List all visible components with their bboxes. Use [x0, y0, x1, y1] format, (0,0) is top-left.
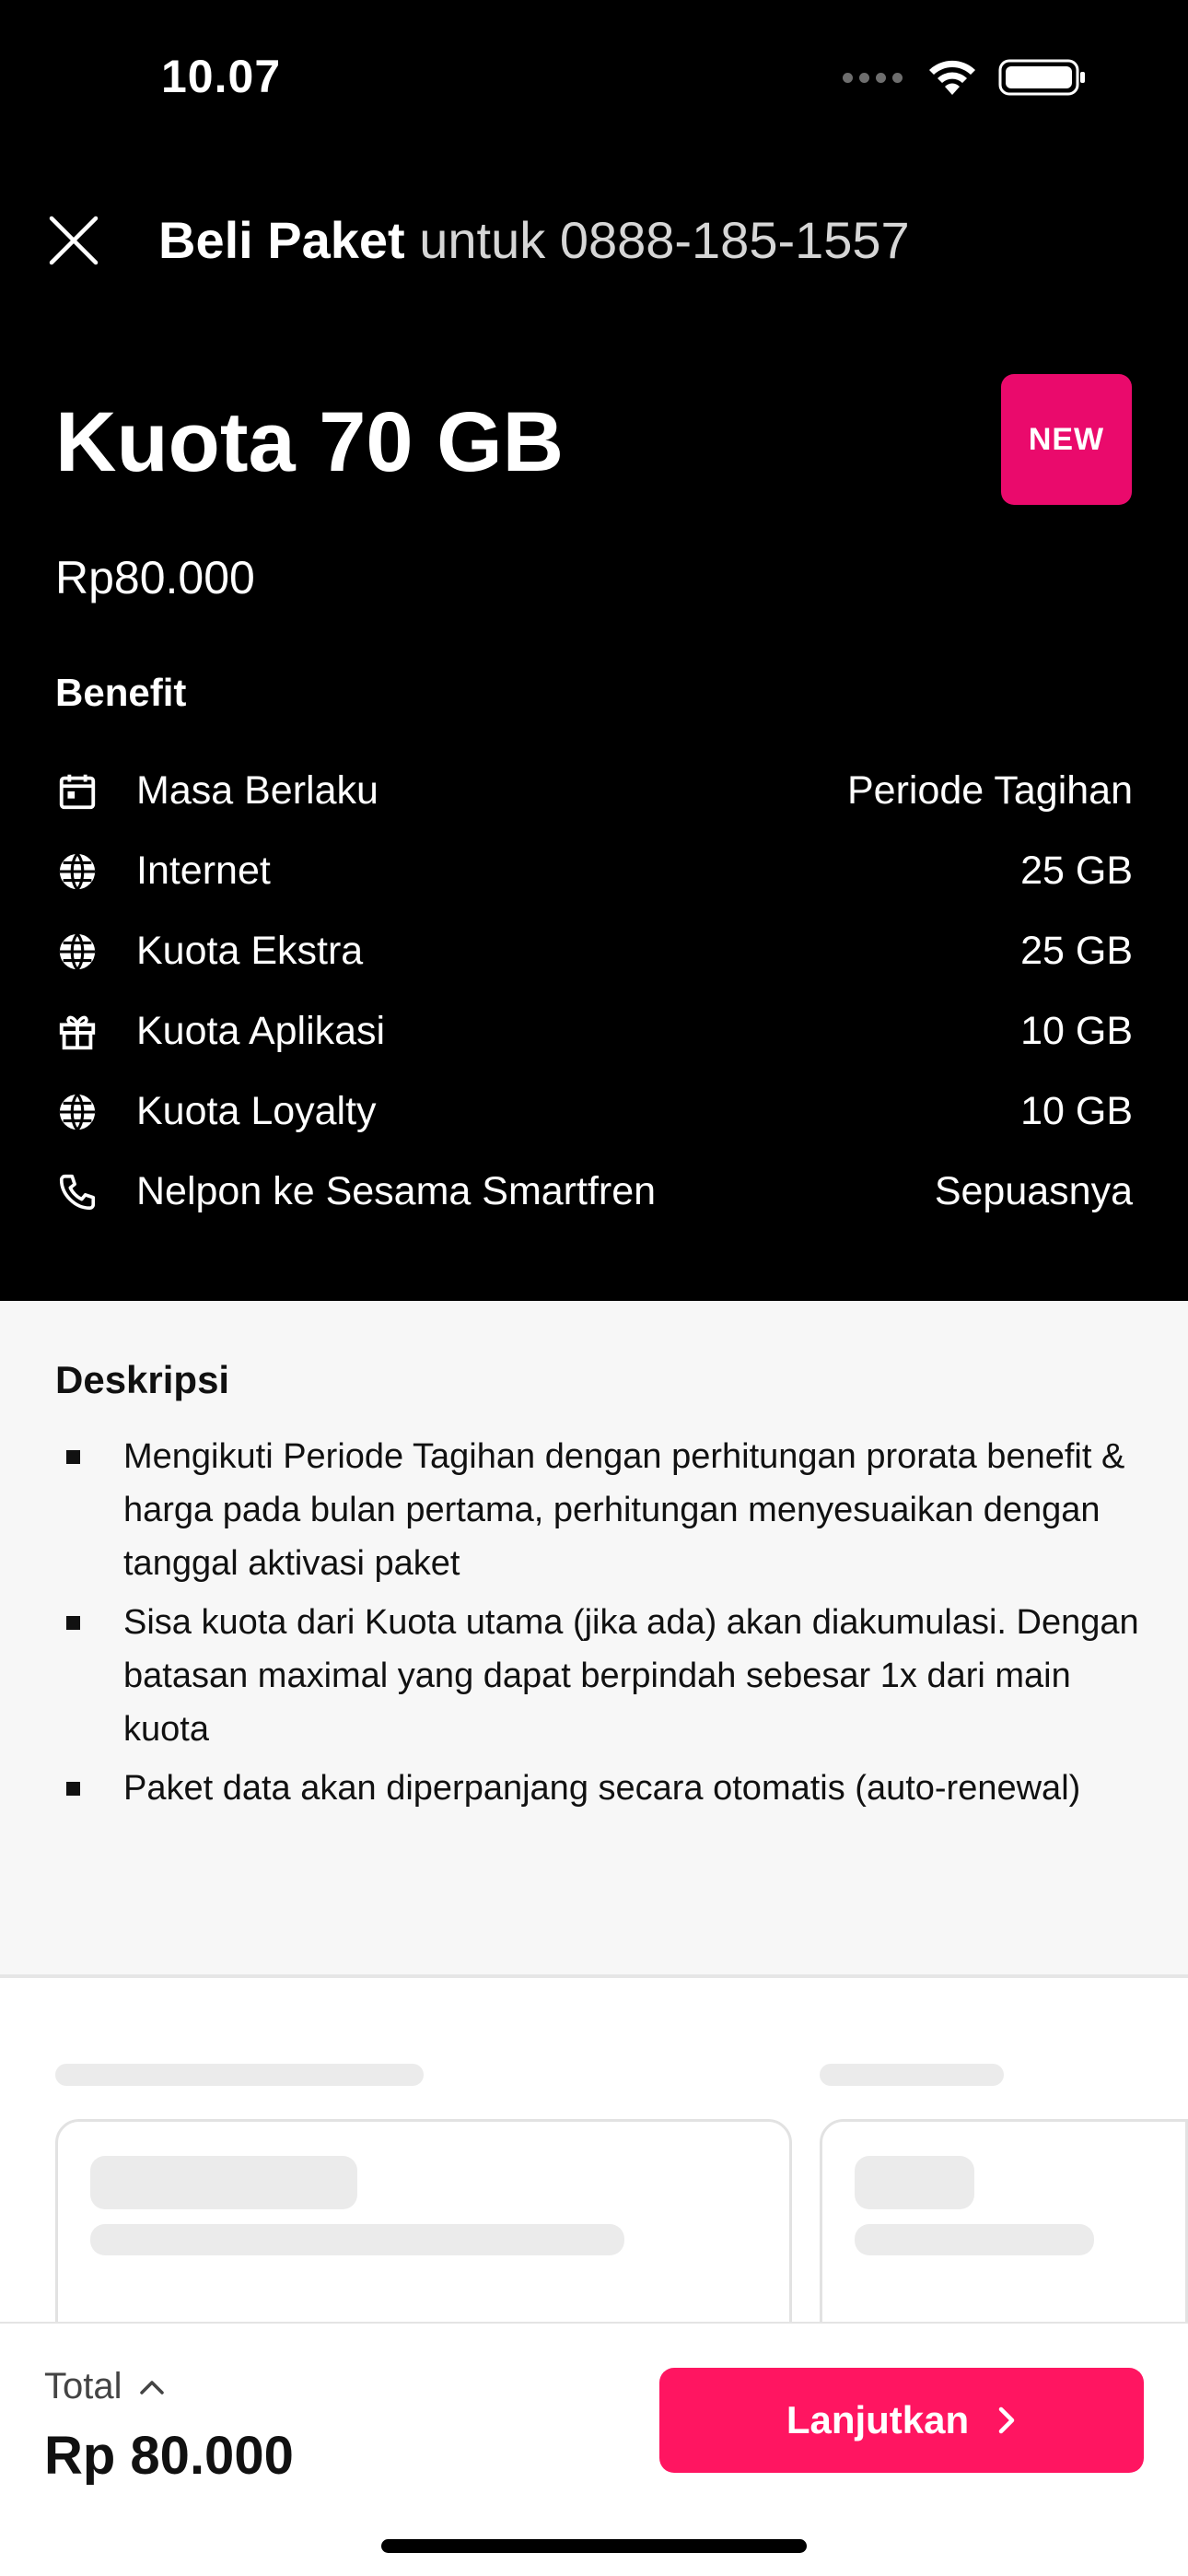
benefit-value: 25 GB	[1020, 929, 1133, 973]
continue-button[interactable]: Lanjutkan	[659, 2368, 1144, 2473]
benefit-label: Masa Berlaku	[136, 768, 379, 813]
benefit-label: Kuota Loyalty	[136, 1089, 377, 1133]
benefit-row: Nelpon ke Sesama Smartfren Sepuasnya	[55, 1152, 1133, 1232]
benefit-row: Internet 25 GB	[55, 831, 1133, 911]
benefit-label: Kuota Ekstra	[136, 929, 364, 973]
new-badge: NEW	[1001, 374, 1132, 505]
total-toggle[interactable]: Total	[44, 2366, 165, 2407]
top-bar: Beli Paket untuk 0888-185-1557	[46, 210, 910, 270]
benefit-label: Nelpon ke Sesama Smartfren	[136, 1169, 657, 1213]
skeleton-line	[820, 2064, 1004, 2086]
benefit-label: Internet	[136, 849, 271, 893]
benefit-value: Sepuasnya	[934, 1169, 1133, 1213]
benefit-list: Masa Berlaku Periode Tagihan Internet 25…	[55, 751, 1133, 1232]
package-price: Rp80.000	[55, 552, 255, 603]
benefit-row: Kuota Aplikasi 10 GB	[55, 991, 1133, 1071]
battery-icon	[998, 59, 1085, 96]
page-title: Beli Paket untuk 0888-185-1557	[158, 210, 910, 270]
description-section: Deskripsi Mengikuti Periode Tagihan deng…	[0, 1301, 1188, 1978]
chevron-up-icon	[139, 2380, 164, 2395]
benefit-value: 10 GB	[1020, 1089, 1133, 1133]
description-list: Mengikuti Periode Tagihan dengan perhitu…	[55, 1430, 1142, 1821]
page-title-phone: untuk 0888-185-1557	[404, 211, 910, 269]
phone-icon	[55, 1170, 99, 1214]
globe-icon	[55, 1090, 99, 1134]
description-title: Deskripsi	[55, 1358, 230, 1401]
skeleton-line	[855, 2156, 974, 2209]
benefit-label: Kuota Aplikasi	[136, 1009, 386, 1053]
home-indicator	[381, 2539, 807, 2553]
benefit-title: Benefit	[55, 671, 187, 714]
globe-icon	[55, 849, 99, 894]
page-title-main: Beli Paket	[158, 211, 405, 269]
status-icons	[843, 57, 1087, 98]
total-label: Total	[44, 2366, 122, 2406]
gift-icon	[55, 1010, 99, 1054]
close-icon[interactable]	[46, 213, 101, 268]
benefit-value: 25 GB	[1020, 849, 1133, 893]
skeleton-line	[90, 2156, 357, 2209]
description-item: Sisa kuota dari Kuota utama (jika ada) a…	[55, 1596, 1142, 1756]
package-name: Kuota 70 GB	[55, 395, 565, 489]
benefit-value: 10 GB	[1020, 1009, 1133, 1053]
skeleton-line	[855, 2224, 1094, 2255]
calendar-icon	[55, 769, 99, 814]
continue-button-label: Lanjutkan	[786, 2398, 970, 2441]
benefit-row: Kuota Loyalty 10 GB	[55, 1071, 1133, 1152]
description-item: Paket data akan diperpanjang secara otom…	[55, 1762, 1142, 1815]
skeleton-line	[90, 2224, 624, 2255]
status-time: 10.07	[161, 51, 282, 102]
benefit-row: Kuota Ekstra 25 GB	[55, 911, 1133, 991]
globe-icon	[55, 930, 99, 974]
benefit-value: Periode Tagihan	[846, 768, 1133, 813]
skeleton-line	[55, 2064, 424, 2086]
chevron-right-icon	[998, 2406, 1015, 2434]
total-amount: Rp 80.000	[44, 2426, 294, 2486]
package-detail-header: 10.07 Beli Paket untuk 0888-185-1557 Kuo…	[0, 0, 1188, 1301]
signal-dots-icon	[843, 72, 903, 83]
benefit-row: Masa Berlaku Periode Tagihan	[55, 751, 1133, 831]
description-item: Mengikuti Periode Tagihan dengan perhitu…	[55, 1430, 1142, 1590]
wifi-icon	[929, 60, 975, 95]
checkout-bar: Total Rp 80.000 Lanjutkan	[0, 2322, 1188, 2576]
